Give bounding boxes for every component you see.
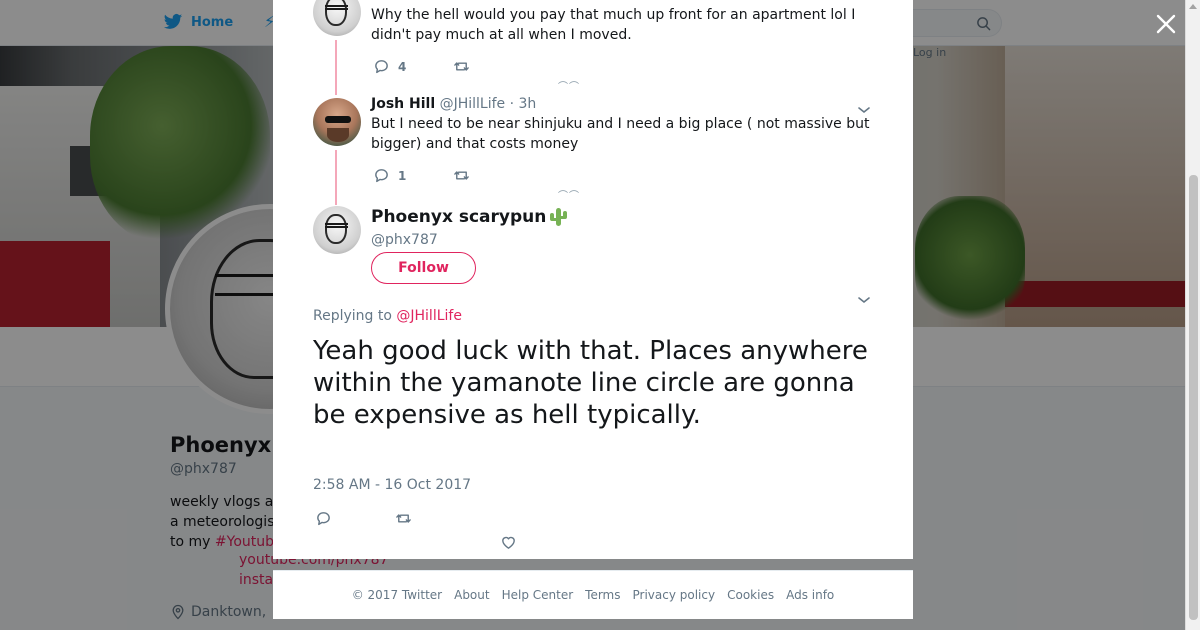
tweet-time[interactable]: 3h bbox=[519, 96, 537, 112]
tweet-permalink-modal: Why the hell would you pay that much up … bbox=[273, 0, 913, 559]
footer-link-privacy-policy[interactable]: Privacy policy bbox=[633, 588, 716, 602]
tweet-avatar[interactable] bbox=[313, 0, 361, 36]
footer-link-terms[interactable]: Terms bbox=[585, 588, 620, 602]
reply-action[interactable]: 1 bbox=[373, 167, 406, 184]
reply-count: 1 bbox=[398, 168, 407, 183]
tweet-text: Why the hell would you pay that much up … bbox=[371, 7, 856, 43]
author-handle[interactable]: @JHillLife bbox=[440, 96, 506, 112]
close-button[interactable] bbox=[1154, 12, 1178, 36]
reply-icon bbox=[375, 60, 388, 74]
reply-count: 4 bbox=[398, 59, 407, 74]
close-icon bbox=[1156, 14, 1176, 34]
retweet-action[interactable] bbox=[453, 167, 470, 184]
tweet-text: But I need to be near shinjuku and I nee… bbox=[371, 116, 870, 152]
more-replies-indicator[interactable]: ⌒⌒ bbox=[558, 78, 580, 93]
replying-to-line: Replying to @JHillLife bbox=[313, 308, 462, 324]
tweet-options-caret[interactable] bbox=[857, 290, 871, 304]
main-author-name-text: Phoenyx scarypun bbox=[371, 207, 547, 227]
footer-link-help-center[interactable]: Help Center bbox=[502, 588, 574, 602]
chevron-down-icon bbox=[858, 297, 870, 304]
footer-copyright: © 2017 Twitter bbox=[351, 588, 443, 602]
thread-connector bbox=[335, 40, 337, 95]
tweet-avatar[interactable] bbox=[313, 98, 361, 146]
page-scrollbar[interactable] bbox=[1185, 0, 1200, 630]
replying-prefix: Replying to bbox=[313, 308, 392, 324]
like-action[interactable] bbox=[500, 534, 517, 551]
reply-icon bbox=[375, 169, 388, 183]
main-author-handle[interactable]: @phx787 bbox=[371, 232, 438, 248]
more-replies-indicator[interactable]: ⌒⌒ bbox=[558, 187, 580, 202]
footer-link-about[interactable]: About bbox=[454, 588, 489, 602]
replying-mention-link[interactable]: @JHillLife bbox=[396, 308, 462, 324]
modal-footer: © 2017 Twitter About Help Center Terms P… bbox=[273, 570, 913, 619]
retweet-action[interactable] bbox=[453, 58, 470, 75]
scroll-up-arrow[interactable] bbox=[1189, 4, 1197, 9]
thread-connector bbox=[335, 150, 337, 205]
cactus-emoji-icon bbox=[548, 206, 568, 228]
follow-button[interactable]: Follow bbox=[371, 252, 476, 284]
retweet-action[interactable] bbox=[395, 510, 412, 527]
reply-icon bbox=[317, 512, 330, 526]
retweet-icon bbox=[454, 62, 469, 71]
tweet-header: Josh Hill @JHillLife · 3h bbox=[371, 94, 881, 114]
footer-link-ads-info[interactable]: Ads info bbox=[786, 588, 834, 602]
main-tweet-timestamp[interactable]: 2:58 AM - 16 Oct 2017 bbox=[313, 477, 471, 493]
main-tweet-text: Yeah good luck with that. Places anywher… bbox=[313, 336, 868, 430]
author-name[interactable]: Josh Hill bbox=[371, 96, 435, 112]
meta-separator: · bbox=[509, 96, 515, 112]
footer-link-cookies[interactable]: Cookies bbox=[727, 588, 774, 602]
main-author-name[interactable]: Phoenyx scarypun bbox=[371, 206, 568, 228]
tweet-options-caret[interactable] bbox=[857, 100, 871, 114]
heart-icon bbox=[502, 536, 515, 549]
retweet-icon bbox=[454, 171, 469, 180]
scrollbar-thumb[interactable] bbox=[1189, 175, 1198, 620]
retweet-icon bbox=[396, 514, 411, 523]
reply-action[interactable] bbox=[315, 510, 332, 527]
main-tweet-avatar[interactable] bbox=[313, 206, 361, 254]
reply-action[interactable]: 4 bbox=[373, 58, 406, 75]
